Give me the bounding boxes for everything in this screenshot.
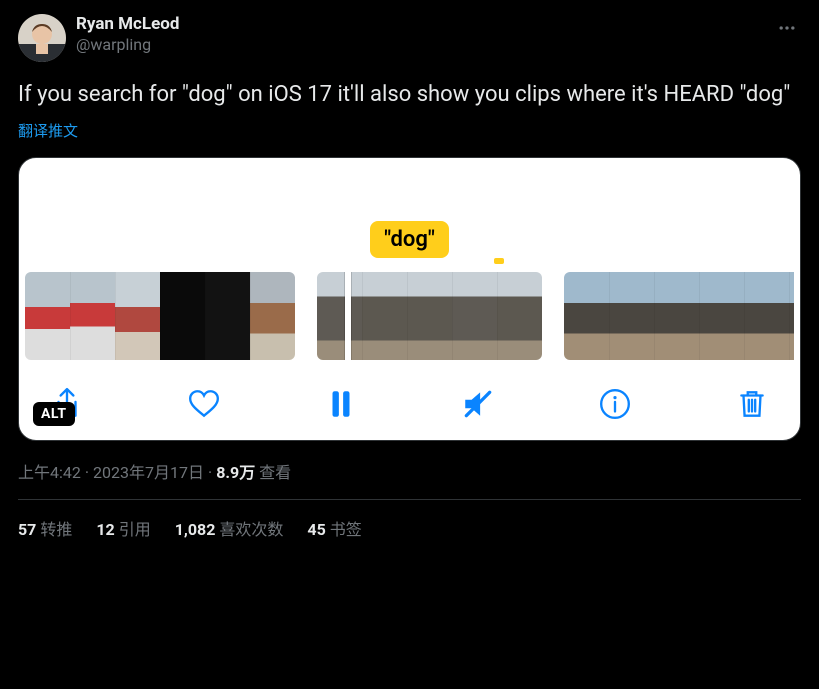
alt-badge[interactable]: ALT — [33, 402, 75, 426]
delete-button[interactable] — [732, 384, 772, 424]
video-frame — [609, 272, 654, 360]
avatar-image — [18, 14, 66, 62]
mute-button[interactable] — [458, 384, 498, 424]
stat-bookmarks[interactable]: 45 书签 — [307, 516, 361, 540]
video-frame — [317, 272, 362, 360]
video-frame — [362, 272, 407, 360]
likes-label: 喜欢次数 — [219, 520, 283, 539]
retweets-count: 57 — [18, 520, 36, 539]
display-name: Ryan McLeod — [76, 14, 179, 35]
bookmarks-label: 书签 — [330, 520, 362, 539]
like-button[interactable] — [184, 384, 224, 424]
views-count: 8.9万 — [216, 463, 255, 482]
tweet-date[interactable]: 2023年7月17日 — [93, 463, 204, 482]
trash-icon — [735, 387, 769, 421]
mute-icon — [461, 387, 495, 421]
video-frame — [789, 272, 794, 360]
video-frame — [744, 272, 789, 360]
pause-icon — [324, 387, 358, 421]
video-frame — [25, 272, 70, 360]
video-frame — [407, 272, 452, 360]
video-frame — [160, 272, 205, 360]
heart-icon — [187, 387, 221, 421]
clip-1[interactable] — [25, 272, 295, 360]
stat-retweets[interactable]: 57转推 — [18, 516, 72, 540]
video-frame — [654, 272, 699, 360]
video-frame — [497, 272, 542, 360]
stat-quotes[interactable]: 12 引用 — [96, 516, 150, 540]
video-frame — [452, 272, 497, 360]
media-controls — [25, 360, 794, 424]
clip-2[interactable] — [317, 272, 542, 360]
tweet-text: If you search for "dog" on iOS 17 it'll … — [18, 80, 801, 110]
video-timeline[interactable] — [25, 272, 794, 360]
quotes-count: 12 — [96, 520, 114, 539]
views-label: 查看 — [259, 463, 291, 482]
retweets-label: 转推 — [40, 520, 72, 539]
media-card[interactable]: "dog" — [18, 157, 801, 441]
search-tag-row: "dog" — [25, 164, 794, 272]
tweet-meta: 上午4:42·2023年7月17日·8.9万 查看 — [18, 459, 801, 483]
clip-3[interactable] — [564, 272, 794, 360]
stat-likes[interactable]: 1,082喜欢次数 — [175, 516, 284, 540]
tweet-time[interactable]: 上午4:42 — [18, 463, 81, 482]
bookmarks-count: 45 — [307, 520, 325, 539]
tweet-header: Ryan McLeod @warpling — [18, 14, 801, 62]
handle: @warpling — [76, 35, 179, 55]
more-button[interactable] — [773, 14, 801, 42]
video-frame — [250, 272, 295, 360]
video-frame — [205, 272, 250, 360]
info-button[interactable] — [595, 384, 635, 424]
tweet-stats: 57转推 12 引用 1,082喜欢次数 45 书签 — [18, 500, 801, 540]
video-frame — [699, 272, 744, 360]
video-frame — [70, 272, 115, 360]
likes-count: 1,082 — [175, 520, 216, 539]
search-tag-tick — [494, 258, 504, 264]
more-icon — [777, 18, 797, 38]
quotes-label: 引用 — [119, 520, 151, 539]
info-icon — [598, 387, 632, 421]
playhead[interactable] — [345, 272, 351, 360]
media-inner: "dog" — [19, 158, 800, 440]
translate-link[interactable]: 翻译推文 — [18, 120, 78, 141]
avatar[interactable] — [18, 14, 66, 62]
video-frame — [115, 272, 160, 360]
author-names[interactable]: Ryan McLeod @warpling — [76, 14, 179, 55]
search-tag: "dog" — [370, 221, 449, 258]
tweet-container: Ryan McLeod @warpling If you search for … — [0, 0, 819, 540]
pause-button[interactable] — [321, 384, 361, 424]
video-frame — [564, 272, 609, 360]
